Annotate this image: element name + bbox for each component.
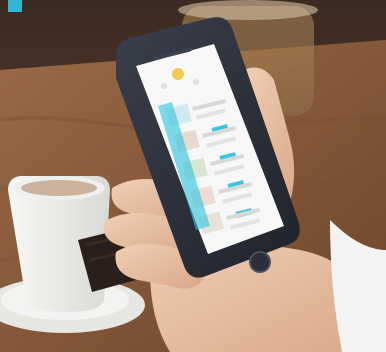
photo-stage — [0, 0, 386, 352]
phone-in-hand-photo — [0, 0, 386, 352]
corner-accent-tab — [8, 0, 22, 12]
